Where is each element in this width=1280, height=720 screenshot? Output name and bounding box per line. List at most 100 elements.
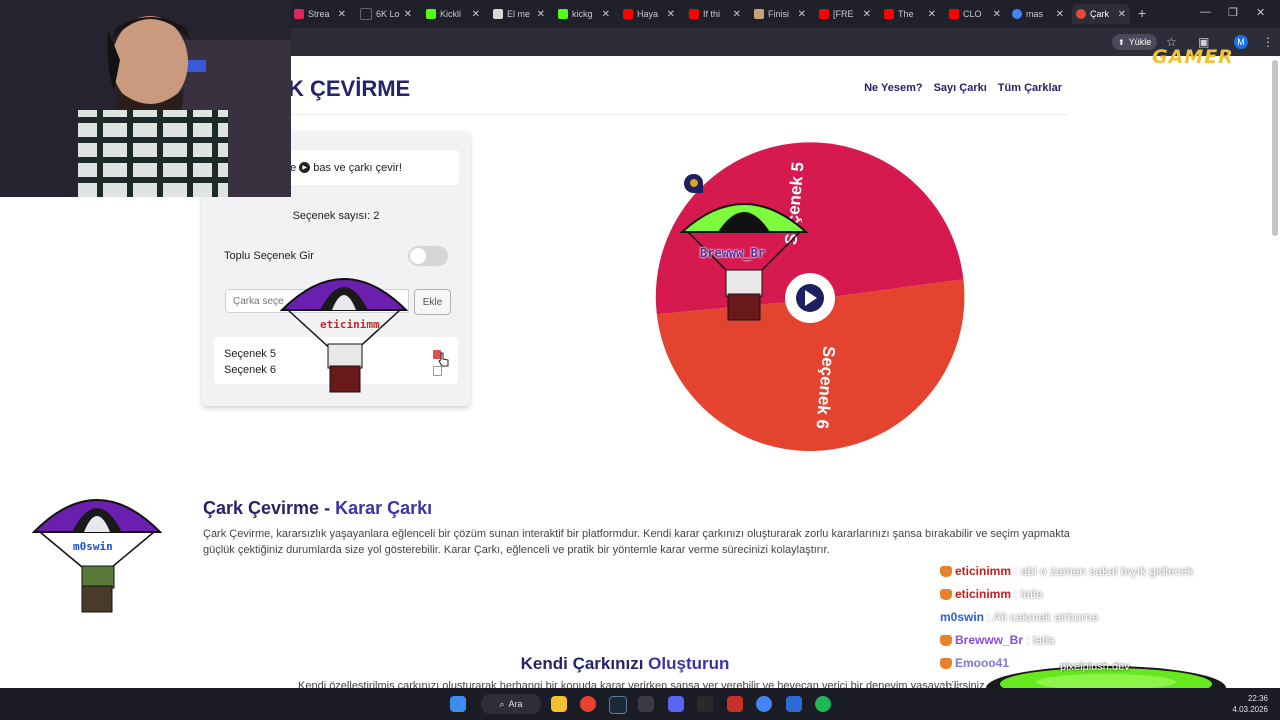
nav-link-ne-yesem[interactable]: Ne Yesem? <box>864 82 923 94</box>
about-text: Çark Çevirme, kararsızlık yaşayanlara eğ… <box>203 528 1070 556</box>
app-icon[interactable] <box>786 696 802 712</box>
tab-favicon-icon <box>1076 9 1086 19</box>
fox-badge-icon <box>940 565 952 577</box>
pixelplush-label: pixelplush.dev <box>1060 661 1130 673</box>
taskbar-search[interactable]: ⌕ Ara <box>481 694 541 714</box>
tab-title: 6K Lo <box>376 9 400 19</box>
create-heading-main: Kendi Çarkınızı <box>520 654 649 673</box>
chat-username: m0swin <box>940 610 985 624</box>
steam-icon[interactable] <box>609 696 627 714</box>
browser-tab[interactable]: Strea ✕ <box>290 4 350 24</box>
minimize-icon[interactable]: — <box>1200 6 1211 18</box>
browser-tab[interactable]: Kickli ✕ <box>422 4 484 24</box>
tab-title: Finisi <box>768 9 790 19</box>
about-heading: Çark Çevirme - Karar Çarkı <box>203 498 432 519</box>
tab-favicon-icon <box>360 8 372 20</box>
windows-taskbar: ⌕ Ara 22:36 4.03.2026 <box>0 688 1280 720</box>
file-explorer-icon[interactable] <box>551 696 567 712</box>
browser-tab[interactable]: Finisi ✕ <box>750 4 810 24</box>
close-icon[interactable]: ✕ <box>472 9 480 20</box>
page-scrollbar[interactable] <box>1272 60 1278 236</box>
tab-favicon-icon <box>1012 9 1022 19</box>
tab-title: Haya <box>637 9 659 19</box>
close-icon[interactable]: ✕ <box>863 9 871 20</box>
system-clock[interactable]: 22:36 4.03.2026 <box>1232 693 1268 715</box>
tab-title: Kickli <box>440 9 462 19</box>
nav-link-sayi-carki[interactable]: Sayı Çarkı <box>934 82 987 94</box>
tab-favicon-icon <box>623 9 633 19</box>
browser-tab[interactable]: El me ✕ <box>489 4 549 24</box>
close-icon[interactable]: ✕ <box>667 9 675 20</box>
browser-tab[interactable]: The ✕ <box>880 4 940 24</box>
chrome-active-icon[interactable] <box>756 696 772 712</box>
list-item[interactable]: Seçenek 6 <box>224 364 276 376</box>
upload-label: Yükle <box>1128 37 1152 47</box>
chat-message: Brewww_Br: latla <box>940 633 1055 647</box>
tab-title: mas <box>1026 9 1044 19</box>
browser-tab[interactable]: Haya ✕ <box>619 4 679 24</box>
profile-avatar[interactable]: M <box>1234 35 1248 49</box>
tab-title: kickg <box>572 9 593 19</box>
tab-favicon-icon <box>754 9 764 19</box>
browser-tab-active[interactable]: Çark ✕ <box>1072 4 1130 24</box>
app-icon[interactable] <box>727 696 743 712</box>
close-icon[interactable]: ✕ <box>1056 9 1064 20</box>
epic-games-icon[interactable] <box>697 696 713 712</box>
tab-favicon-icon <box>949 9 959 19</box>
close-icon[interactable]: ✕ <box>993 9 1001 20</box>
window-close-icon[interactable]: ✕ <box>1256 6 1265 19</box>
spotify-icon[interactable] <box>815 696 831 712</box>
discord-icon[interactable] <box>668 696 684 712</box>
chat-text: : abi o zaman sakal bıyık gidiecek <box>1014 564 1194 578</box>
close-icon[interactable]: ✕ <box>928 9 936 20</box>
menu-icon[interactable]: ⋮ <box>1262 35 1274 49</box>
close-icon[interactable]: ✕ <box>338 9 346 20</box>
tab-title: [FRE <box>833 9 854 19</box>
parachuter-name: eticinimm <box>320 318 380 331</box>
add-option-button[interactable]: Ekle <box>414 289 451 315</box>
nav-link-tum-carklar[interactable]: Tüm Çarklar <box>998 82 1062 94</box>
tab-title: The <box>898 9 914 19</box>
chrome-icon[interactable] <box>580 696 596 712</box>
upload-button[interactable]: ⬆ Yükle <box>1112 34 1158 50</box>
tab-favicon-icon <box>558 9 568 19</box>
parachuter-name: m0swin <box>73 540 113 553</box>
webcam-feed <box>0 0 291 197</box>
close-icon[interactable]: ✕ <box>537 9 545 20</box>
play-icon: ▶ <box>299 162 311 173</box>
tab-title: El me <box>507 9 531 19</box>
close-icon[interactable]: ✕ <box>733 9 741 20</box>
browser-tab[interactable]: mas ✕ <box>1008 4 1068 24</box>
instruction-text: bas ve çarkı çevir! <box>313 161 402 174</box>
clock-date: 4.03.2026 <box>1232 705 1268 714</box>
chat-username: eticinimm <box>955 587 1012 601</box>
upload-icon: ⬆ <box>1118 37 1125 47</box>
app-icon[interactable] <box>638 696 654 712</box>
close-icon[interactable]: ✕ <box>602 9 610 20</box>
tab-favicon-icon <box>689 9 699 19</box>
start-icon[interactable] <box>450 696 466 712</box>
gamer-overlay-logo: GAMER <box>1152 46 1234 68</box>
chat-username: Brewww_Br <box>955 633 1024 647</box>
browser-tab[interactable]: CLO ✕ <box>945 4 1005 24</box>
chat-message: eticinimm: latla <box>940 587 1043 601</box>
chat-text: : latla <box>1014 587 1043 601</box>
taskbar-search-label: Ara <box>508 699 523 709</box>
bulk-entry-toggle[interactable] <box>408 246 448 266</box>
header-divider <box>210 114 1068 115</box>
chat-text: : latla <box>1026 633 1055 647</box>
fox-badge-icon <box>940 657 952 669</box>
maximize-icon[interactable]: ❐ <box>1228 6 1238 19</box>
list-item[interactable]: Seçenek 5 <box>224 348 276 360</box>
browser-tab[interactable]: kickg ✕ <box>554 4 614 24</box>
browser-tab[interactable]: 6K Lo ✕ <box>356 4 416 24</box>
tab-favicon-icon <box>884 9 894 19</box>
chat-message: eticinimm: abi o zaman sakal bıyık gidie… <box>940 564 1193 578</box>
fox-badge-icon <box>940 588 952 600</box>
close-icon[interactable]: ✕ <box>1118 9 1126 20</box>
close-icon[interactable]: ✕ <box>798 9 806 20</box>
close-icon[interactable]: ✕ <box>404 9 412 20</box>
new-tab-button[interactable]: + <box>1138 5 1146 21</box>
browser-tab[interactable]: [FRE ✕ <box>815 4 875 24</box>
browser-tab[interactable]: If thi ✕ <box>685 4 745 24</box>
